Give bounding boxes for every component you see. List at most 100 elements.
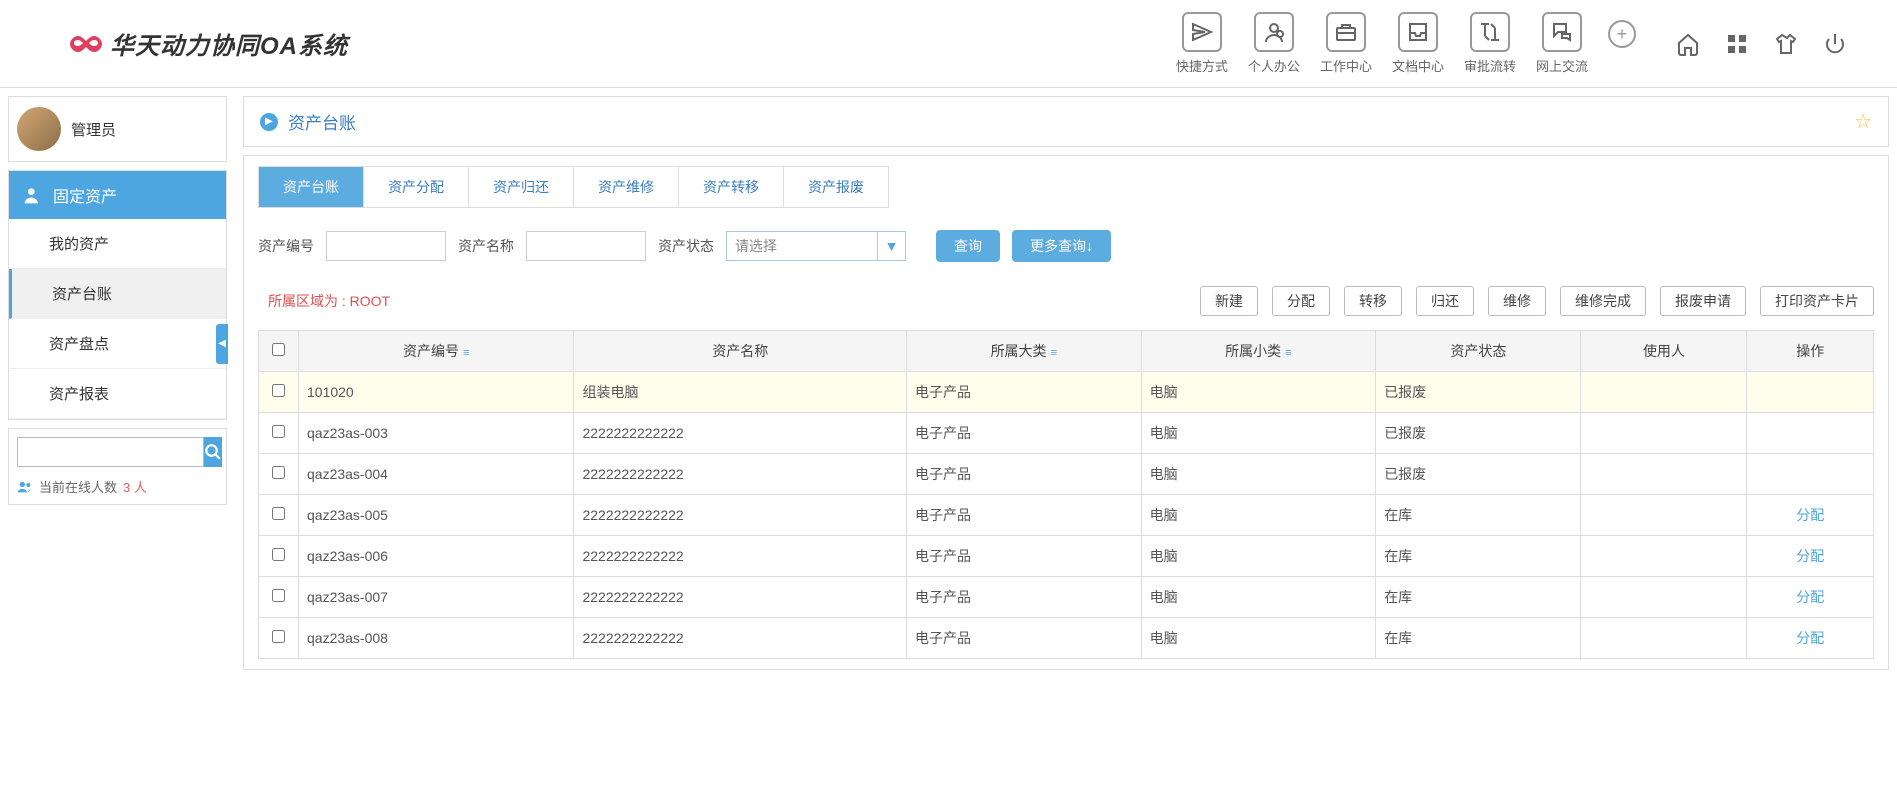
th-6[interactable]: 操作	[1747, 331, 1874, 372]
cell-cat1: 电子产品	[906, 495, 1141, 536]
table-row[interactable]: qaz23as-0062222222222222电子产品电脑在库分配	[259, 536, 1874, 577]
avatar[interactable]	[17, 107, 61, 151]
action-buttons: 新建分配转移归还维修维修完成报废申请打印资产卡片	[1200, 286, 1874, 316]
nav-briefcase[interactable]: 工作中心	[1320, 12, 1372, 75]
cell-cat2: 电脑	[1141, 454, 1376, 495]
user-gear-icon	[23, 185, 43, 205]
nav-inbox[interactable]: 文档中心	[1392, 12, 1444, 75]
table-row[interactable]: qaz23as-0042222222222222电子产品电脑已报废	[259, 454, 1874, 495]
row-check[interactable]	[272, 589, 285, 602]
check-all[interactable]	[272, 343, 285, 356]
side-nav: 固定资产 我的资产资产台账资产盘点◀资产报表	[8, 170, 227, 420]
table-row[interactable]: qaz23as-0032222222222222电子产品电脑已报废	[259, 413, 1874, 454]
op-link[interactable]: 分配	[1755, 587, 1865, 607]
cell-user	[1581, 372, 1747, 413]
table-row[interactable]: qaz23as-0052222222222222电子产品电脑在库分配	[259, 495, 1874, 536]
filter-status-select[interactable]: 请选择 ▼	[726, 231, 906, 261]
th-3[interactable]: 所属小类≡	[1141, 331, 1376, 372]
send-icon	[1182, 12, 1222, 52]
cell-op: 分配	[1747, 577, 1874, 618]
action-btn-4[interactable]: 维修	[1488, 286, 1546, 316]
nav-person[interactable]: 个人办公	[1248, 12, 1300, 75]
cell-code: qaz23as-005	[299, 495, 574, 536]
nav-chat[interactable]: 网上交流	[1536, 12, 1588, 75]
row-check[interactable]	[272, 425, 285, 438]
row-check[interactable]	[272, 548, 285, 561]
tabs: 资产台账资产分配资产归还资产维修资产转移资产报废	[258, 166, 889, 208]
op-link[interactable]: 分配	[1755, 628, 1865, 648]
filter-code-input[interactable]	[326, 231, 446, 261]
cell-status: 在库	[1376, 577, 1581, 618]
power-icon[interactable]	[1823, 32, 1847, 56]
tab-3[interactable]: 资产维修	[574, 167, 679, 207]
filter-row: 资产编号 资产名称 资产状态 请选择 ▼ 查询 更多查询↓	[258, 224, 1874, 268]
th-2[interactable]: 所属大类≡	[906, 331, 1141, 372]
tab-4[interactable]: 资产转移	[679, 167, 784, 207]
cell-user	[1581, 618, 1747, 659]
logo-text: 华天动力协同OA系统	[110, 26, 348, 61]
query-button[interactable]: 查询	[936, 230, 1000, 262]
nav-flow[interactable]: 审批流转	[1464, 12, 1516, 75]
nav-send[interactable]: 快捷方式	[1176, 12, 1228, 75]
home-icon[interactable]	[1676, 32, 1700, 56]
cell-status: 已报废	[1376, 413, 1581, 454]
th-5[interactable]: 使用人	[1581, 331, 1747, 372]
action-btn-5[interactable]: 维修完成	[1560, 286, 1646, 316]
action-btn-1[interactable]: 分配	[1272, 286, 1330, 316]
inbox-icon	[1398, 12, 1438, 52]
action-btn-7[interactable]: 打印资产卡片	[1760, 286, 1874, 316]
action-btn-6[interactable]: 报废申请	[1660, 286, 1746, 316]
user-name: 管理员	[71, 119, 116, 140]
th-4[interactable]: 资产状态	[1376, 331, 1581, 372]
op-link[interactable]: 分配	[1755, 546, 1865, 566]
filter-name-input[interactable]	[526, 231, 646, 261]
tab-0[interactable]: 资产台账	[259, 167, 364, 207]
th-0[interactable]: 资产编号≡	[299, 331, 574, 372]
table-row[interactable]: qaz23as-0082222222222222电子产品电脑在库分配	[259, 618, 1874, 659]
op-link[interactable]: 分配	[1755, 505, 1865, 525]
more-query-button[interactable]: 更多查询↓	[1012, 230, 1111, 262]
add-button[interactable]: +	[1608, 20, 1636, 48]
row-check[interactable]	[272, 507, 285, 520]
sidebar-item-2[interactable]: 资产盘点◀	[9, 319, 226, 369]
person-icon	[1254, 12, 1294, 52]
cell-status: 已报废	[1376, 454, 1581, 495]
action-btn-2[interactable]: 转移	[1344, 286, 1402, 316]
cell-name: 2222222222222	[574, 495, 907, 536]
cell-op: 分配	[1747, 536, 1874, 577]
th-1[interactable]: 资产名称	[574, 331, 907, 372]
collapse-handle[interactable]: ◀	[216, 324, 228, 364]
row-check[interactable]	[272, 630, 285, 643]
cell-status: 在库	[1376, 495, 1581, 536]
apps-icon[interactable]	[1725, 32, 1749, 56]
header: 华天动力协同OA系统 快捷方式个人办公工作中心文档中心审批流转网上交流 +	[0, 0, 1897, 88]
search-input[interactable]	[17, 437, 204, 467]
sidebar-item-3[interactable]: 资产报表	[9, 369, 226, 419]
data-table: 资产编号≡资产名称所属大类≡所属小类≡资产状态使用人操作 101020组装电脑电…	[258, 330, 1874, 659]
tab-2[interactable]: 资产归还	[469, 167, 574, 207]
sidebar-item-1[interactable]: 资产台账	[9, 269, 226, 319]
cell-cat1: 电子产品	[906, 577, 1141, 618]
row-check[interactable]	[272, 384, 285, 397]
sort-icon[interactable]: ≡	[1051, 347, 1057, 359]
region-label: 所属区域为 : ROOT	[268, 291, 390, 311]
table-row[interactable]: 101020组装电脑电子产品电脑已报废	[259, 372, 1874, 413]
shirt-icon[interactable]	[1774, 32, 1798, 56]
cell-cat1: 电子产品	[906, 536, 1141, 577]
cell-user	[1581, 536, 1747, 577]
sidebar-item-0[interactable]: 我的资产	[9, 219, 226, 269]
search-button[interactable]	[204, 437, 222, 467]
tab-5[interactable]: 资产报废	[784, 167, 888, 207]
sort-icon[interactable]: ≡	[463, 347, 469, 359]
sort-icon[interactable]: ≡	[1285, 347, 1291, 359]
star-icon[interactable]: ☆	[1854, 109, 1872, 134]
action-btn-0[interactable]: 新建	[1200, 286, 1258, 316]
action-btn-3[interactable]: 归还	[1416, 286, 1474, 316]
row-check[interactable]	[272, 466, 285, 479]
table-row[interactable]: qaz23as-0072222222222222电子产品电脑在库分配	[259, 577, 1874, 618]
users-icon	[17, 479, 33, 495]
tab-1[interactable]: 资产分配	[364, 167, 469, 207]
page-header: ▶ 资产台账 ☆	[243, 96, 1889, 147]
cell-name: 2222222222222	[574, 454, 907, 495]
side-nav-header[interactable]: 固定资产	[9, 171, 226, 219]
